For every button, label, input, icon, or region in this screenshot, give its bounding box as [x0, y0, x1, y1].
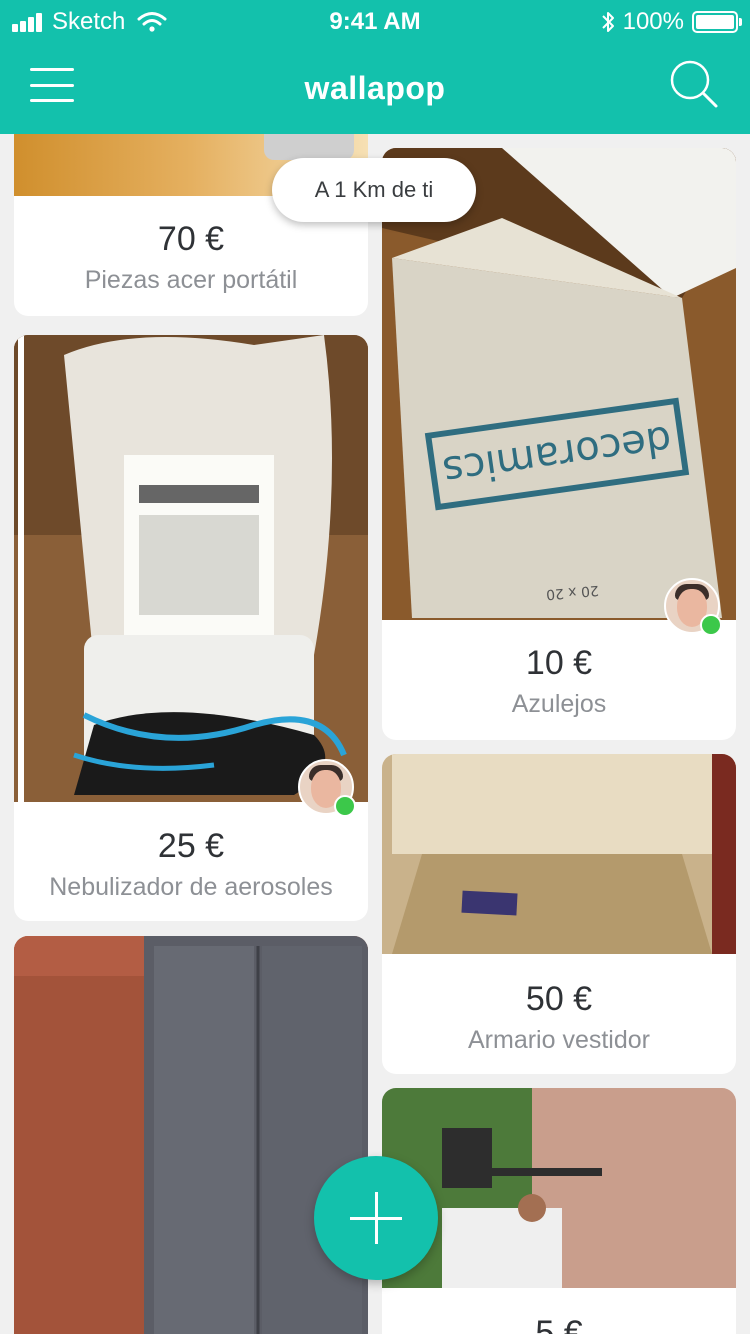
online-status-badge — [700, 614, 722, 636]
seller-avatar[interactable] — [664, 578, 722, 636]
listing-image — [382, 1088, 736, 1288]
listing-price: 50 € — [525, 980, 593, 1018]
listing-card[interactable]: decoramics 20 x 20 10 € Azulejos — [382, 148, 736, 740]
battery-percent: 100% — [622, 8, 684, 35]
listing-card[interactable]: 50 € Armario vestidor — [382, 754, 736, 1074]
listing-photo — [382, 1088, 736, 1288]
listing-price: 70 € — [157, 220, 225, 258]
nav-bar: wallapop — [0, 40, 750, 134]
listing-price: 10 € — [525, 644, 593, 682]
listing-price: 5 € — [535, 1314, 583, 1334]
listing-image — [14, 335, 368, 802]
search-icon[interactable] — [668, 58, 720, 110]
app-header: Sketch 9:41 AM 100% wallapop — [0, 0, 750, 134]
seller-avatar[interactable] — [298, 759, 356, 817]
listing-title: Armario vestidor — [468, 1026, 650, 1054]
listing-photo — [382, 754, 736, 954]
status-right: 100% — [601, 8, 742, 36]
add-listing-button[interactable] — [314, 1156, 438, 1280]
battery-icon — [692, 11, 742, 33]
listing-photo — [14, 335, 368, 802]
listing-price: 25 € — [157, 827, 225, 865]
listing-card[interactable] — [14, 936, 368, 1334]
listing-photo — [14, 936, 368, 1334]
listing-card[interactable]: 25 € Nebulizador de aerosoles — [14, 335, 368, 921]
status-bar: Sketch 9:41 AM 100% — [0, 0, 750, 40]
listing-image — [382, 754, 736, 954]
listing-title: Piezas acer portátil — [84, 266, 298, 294]
listing-title: Nebulizador de aerosoles — [49, 873, 333, 901]
bluetooth-icon — [601, 12, 614, 32]
distance-filter-chip[interactable]: A 1 Km de ti — [272, 158, 476, 222]
battery-fill — [696, 15, 734, 29]
online-status-badge — [334, 795, 356, 817]
listing-image — [14, 936, 368, 1334]
app-logo: wallapop — [304, 70, 446, 106]
listing-title: Azulejos — [511, 690, 607, 718]
